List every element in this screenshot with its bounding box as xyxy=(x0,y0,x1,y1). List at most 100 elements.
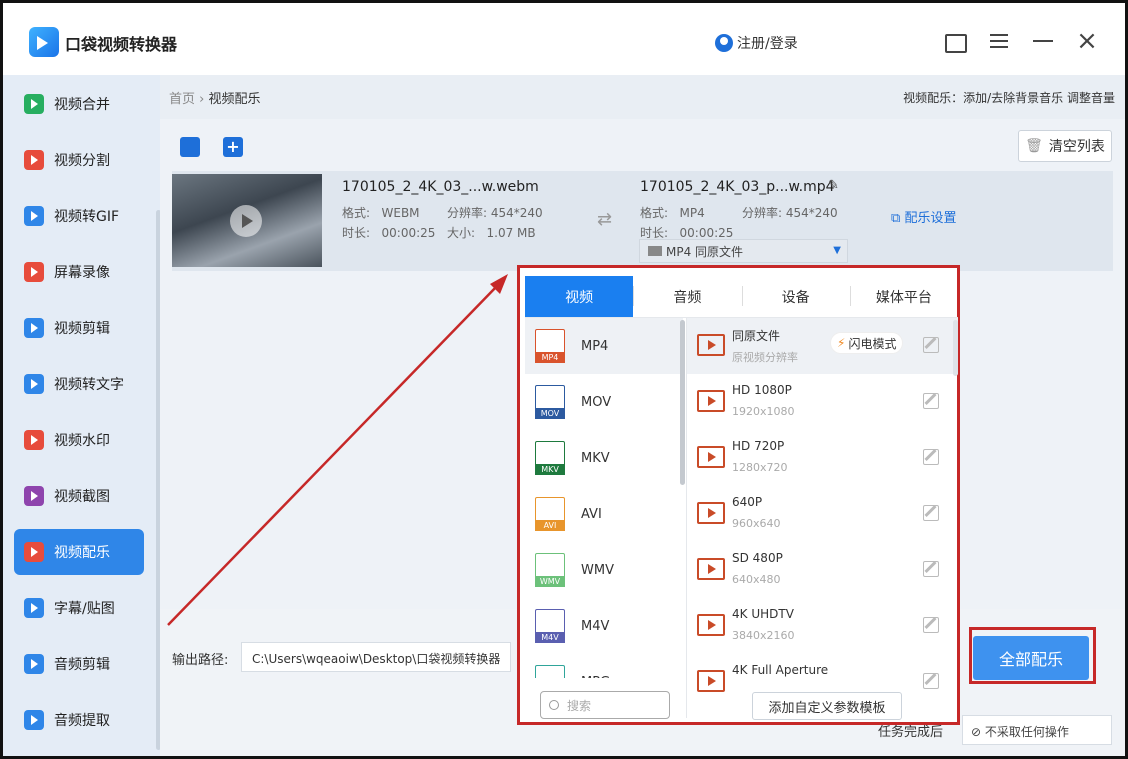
sidebar-item-label: 视频配乐 xyxy=(54,545,110,561)
preset-item[interactable]: HD 1080P 1920x1080 xyxy=(687,374,958,430)
format-tab[interactable]: 媒体平台 xyxy=(849,276,958,317)
preset-item[interactable]: 640P 960x640 xyxy=(687,486,958,542)
format-file-icon: M4V xyxy=(535,609,565,643)
preset-item[interactable]: SD 480P 640x480 xyxy=(687,542,958,598)
output-format-select[interactable]: MP4 同原文件 ▼ xyxy=(639,239,848,263)
edit-preset-icon[interactable] xyxy=(923,337,939,353)
target-file-name: 170105_2_4K_03_p...w.mp4 xyxy=(640,179,835,195)
format-file-icon: WMV xyxy=(535,553,565,587)
format-label: MOV xyxy=(581,394,612,410)
trash-icon: 🗑 xyxy=(1025,138,1043,154)
edit-preset-icon[interactable] xyxy=(923,617,939,633)
preset-list-scrollbar[interactable] xyxy=(953,320,958,376)
folder-icon[interactable] xyxy=(943,29,967,53)
preset-resolution: 640x480 xyxy=(732,573,781,586)
breadcrumb-current: 视频配乐 xyxy=(208,92,261,107)
format-item[interactable]: MKV MKV xyxy=(525,430,683,486)
rename-icon[interactable]: ✎ xyxy=(828,178,839,193)
source-duration: 00:00:25 xyxy=(381,226,436,240)
source-res-meta: 分辨率: 454*240 xyxy=(447,204,543,221)
sidebar-item[interactable]: 音频提取 xyxy=(14,697,144,743)
sidebar-item[interactable]: 视频合并 xyxy=(14,81,144,127)
output-format-value: MP4 同原文件 xyxy=(666,244,744,259)
format-item[interactable]: MP4 MP4 xyxy=(525,318,683,374)
after-task-select[interactable]: ⊘ 不采取任何操作 xyxy=(962,715,1112,745)
edit-preset-icon[interactable] xyxy=(923,449,939,465)
sidebar-item[interactable]: 视频配乐 xyxy=(14,529,144,575)
sidebar-item-label: 视频分割 xyxy=(54,153,110,169)
add-folder-icon[interactable]: + xyxy=(223,137,243,157)
add-file-icon[interactable] xyxy=(180,137,200,157)
format-tab[interactable]: 音频 xyxy=(633,276,741,317)
breadcrumb-home[interactable]: 首页 xyxy=(169,92,195,107)
edit-preset-icon[interactable] xyxy=(923,673,939,689)
sidebar-item[interactable]: 字幕/贴图 xyxy=(14,585,144,631)
format-item[interactable]: WMV WMV xyxy=(525,542,683,598)
video-thumbnail xyxy=(172,174,322,267)
target-duration: 00:00:25 xyxy=(679,226,734,240)
sidebar-item-label: 视频截图 xyxy=(54,489,110,505)
sidebar-item-icon xyxy=(24,94,44,114)
search-placeholder: 搜索 xyxy=(567,698,592,713)
film-icon xyxy=(697,446,725,468)
preset-name: HD 1080P xyxy=(732,383,792,397)
close-icon[interactable]: × xyxy=(1075,28,1099,54)
sidebar-item-icon xyxy=(24,206,44,226)
format-item[interactable]: M4V M4V xyxy=(525,598,683,654)
preset-item[interactable]: 4K UHDTV 3840x2160 xyxy=(687,598,958,654)
format-tab[interactable]: 视频 xyxy=(525,276,634,317)
edit-preset-icon[interactable] xyxy=(923,561,939,577)
preset-resolution: 3840x2160 xyxy=(732,629,795,642)
sidebar-item[interactable]: 视频水印 xyxy=(14,417,144,463)
source-format-label: 格式: xyxy=(342,206,371,220)
film-icon xyxy=(697,558,725,580)
sidebar-item[interactable]: 屏幕录像 xyxy=(14,249,144,295)
feature-hint: 视频配乐：添加/去除背景音乐 调整音量 xyxy=(903,91,1115,105)
search-icon xyxy=(549,700,559,710)
clear-list-button[interactable]: 🗑 清空列表 xyxy=(1018,130,1112,162)
sidebar-item[interactable]: 视频分割 xyxy=(14,137,144,183)
sidebar-item-icon xyxy=(24,542,44,562)
format-list-scrollbar[interactable] xyxy=(680,320,685,485)
music-settings-link[interactable]: ⧉ 配乐设置 xyxy=(891,207,956,226)
format-item[interactable]: MPG MPG xyxy=(525,654,683,678)
sidebar-item[interactable]: 视频剪辑 xyxy=(14,305,144,351)
preset-item[interactable]: 同原文件 原视频分辨率 ⚡ 闪电模式 xyxy=(687,318,958,374)
sidebar-item[interactable]: 视频转GIF xyxy=(14,193,144,239)
edit-preset-icon[interactable] xyxy=(923,393,939,409)
sidebar-item-icon xyxy=(24,430,44,450)
sidebar-item[interactable]: 视频转文字 xyxy=(14,361,144,407)
format-search-input[interactable]: 搜索 xyxy=(540,691,670,719)
menu-icon[interactable] xyxy=(987,29,1011,53)
sidebar-item-label: 屏幕录像 xyxy=(54,265,110,281)
sidebar-item[interactable]: 音频剪辑 xyxy=(14,641,144,687)
preset-item[interactable]: HD 720P 1280x720 xyxy=(687,430,958,486)
sidebar-item-label: 视频水印 xyxy=(54,433,110,449)
source-size-label: 大小: xyxy=(447,226,476,240)
flash-mode-toggle[interactable]: ⚡ 闪电模式 xyxy=(830,332,904,354)
app-logo-icon xyxy=(29,27,59,57)
add-custom-template-button[interactable]: 添加自定义参数模板 xyxy=(752,692,902,720)
format-label: MKV xyxy=(581,450,610,466)
output-path-field[interactable]: C:\Users\wqeaoiw\Desktop\口袋视频转换器 xyxy=(241,642,511,672)
output-path-label: 输出路径: xyxy=(172,653,229,668)
sidebar-item[interactable]: 视频截图 xyxy=(14,473,144,519)
sidebar-item-icon xyxy=(24,710,44,730)
login-button[interactable]: 注册/登录 xyxy=(715,33,798,53)
user-avatar-icon xyxy=(715,34,733,52)
edit-preset-icon[interactable] xyxy=(923,505,939,521)
minimize-icon[interactable] xyxy=(1031,29,1055,53)
login-label: 注册/登录 xyxy=(737,36,798,52)
play-icon[interactable] xyxy=(230,205,262,237)
source-res-label: 分辨率: xyxy=(447,206,488,220)
format-item[interactable]: AVI AVI xyxy=(525,486,683,542)
shuffle-icon: ⇄ xyxy=(597,209,613,230)
format-tab[interactable]: 设备 xyxy=(741,276,850,317)
sidebar-item-label: 视频合并 xyxy=(54,97,110,113)
format-tabs: 视频 音频 设备 媒体平台 xyxy=(525,276,958,318)
format-item[interactable]: MOV MOV xyxy=(525,374,683,430)
format-badge: MP4 xyxy=(535,352,565,363)
target-format-label: 格式: xyxy=(640,206,669,220)
film-icon xyxy=(697,390,725,412)
file-row[interactable]: 170105_2_4K_03_...w.webm 格式: WEBM 分辨率: 4… xyxy=(172,171,1113,271)
